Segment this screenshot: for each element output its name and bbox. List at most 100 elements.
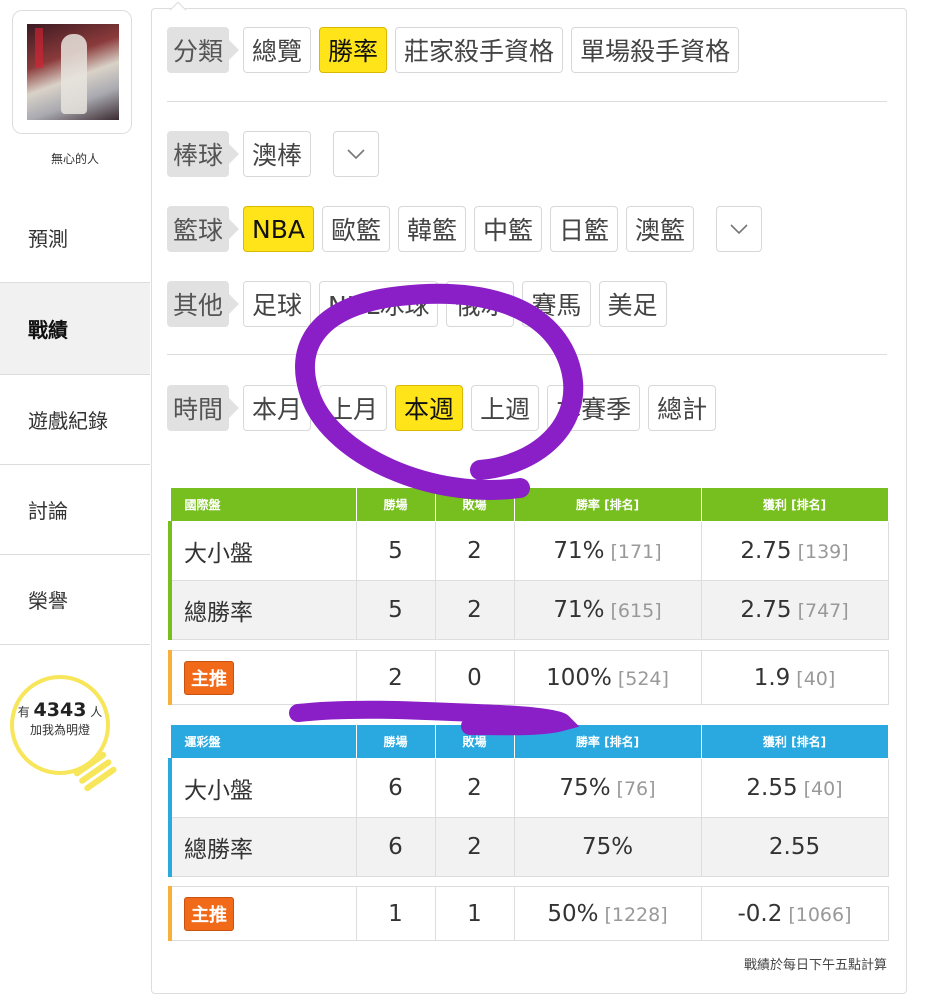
wins: 5 (355, 521, 436, 581)
col-header: 敗場 (434, 724, 515, 759)
col-header: 獲利 [排名] (700, 487, 889, 522)
col-header: 勝率 [排名] (513, 724, 702, 759)
league-football[interactable]: 足球 (243, 281, 312, 327)
win-rate: 71% [171] (513, 521, 702, 581)
table-header: 國際盤 勝場 敗場 勝率 [排名] 獲利 [排名] (169, 487, 889, 522)
rate-value: 71% (553, 538, 605, 564)
league-euro-basketball[interactable]: 歐籃 (321, 206, 390, 252)
sidebar-item-predict[interactable]: 預測 (0, 193, 150, 283)
category-label: 分類 (167, 27, 240, 73)
time-this-season[interactable]: 本賽季 (547, 385, 641, 431)
main-pick-cell: 主推 (168, 650, 357, 705)
profit-rank[interactable]: [747] (798, 600, 849, 622)
col-header: 勝率 [排名] (513, 487, 702, 522)
time-label: 時間 (167, 385, 240, 431)
league-aus-baseball[interactable]: 澳棒 (243, 131, 312, 177)
time-this-week[interactable]: 本週 (395, 385, 464, 431)
rate-rank[interactable]: [171] (611, 541, 662, 563)
follow-cta: 加我為明燈 (29, 723, 90, 737)
losses: 2 (434, 580, 515, 640)
main-pick-cell: 主推 (168, 886, 357, 941)
league-korea-basketball[interactable]: 韓籃 (398, 206, 467, 252)
time-total[interactable]: 總計 (648, 385, 717, 431)
table-row: 大小盤 6 2 75% [76] 2.55 [40] (168, 758, 889, 818)
losses: 2 (434, 758, 515, 818)
time-last-month[interactable]: 上月 (319, 385, 388, 431)
win-rate: 75% [76] (513, 758, 702, 818)
avatar[interactable] (12, 10, 132, 134)
profit-value: 1.9 (753, 664, 791, 691)
table-row: 總勝率 5 2 71% [615] 2.75 [747] (168, 580, 889, 640)
other-filter-row: 其他 足球 NHL冰球 俄冰 賽馬 美足 (167, 281, 667, 327)
baseball-expand-button[interactable] (333, 131, 380, 177)
col-header: 敗場 (434, 487, 515, 522)
main-pick-badge[interactable]: 主推 (184, 660, 234, 695)
league-aus-basketball[interactable]: 澳籃 (626, 206, 695, 252)
tab-banker-killer[interactable]: 莊家殺手資格 (395, 27, 564, 73)
table-row: 主推 2 0 100% [524] 1.9 [40] (168, 650, 889, 705)
league-american-football[interactable]: 美足 (598, 281, 667, 327)
rate-rank[interactable]: [524] (618, 668, 669, 690)
rate-rank[interactable]: [615] (611, 600, 662, 622)
lottery-stats-table: 運彩盤 勝場 敗場 勝率 [排名] 獲利 [排名] 大小盤 6 2 75% [76… (168, 724, 889, 877)
col-header: 國際盤 (169, 487, 357, 522)
league-russia-hockey[interactable]: 俄冰 (446, 281, 515, 327)
league-china-basketball[interactable]: 中籃 (474, 206, 543, 252)
avatar-image (27, 24, 119, 120)
losses: 2 (434, 521, 515, 581)
rate-rank[interactable]: [1228] (604, 904, 667, 926)
sidebar-item-honor[interactable]: 榮譽 (0, 555, 150, 645)
chevron-down-icon (347, 149, 365, 159)
row-name: 總勝率 (168, 580, 357, 640)
table-row: 主推 1 1 50% [1228] -0.2 [1066] (168, 886, 889, 941)
col-header: 獲利 [排名] (700, 724, 889, 759)
win-rate: 71% [615] (513, 580, 702, 640)
losses: 0 (434, 650, 515, 705)
wins: 1 (355, 886, 436, 941)
follower-suffix: 人 (90, 705, 103, 719)
profit-value: -0.2 (737, 900, 783, 927)
losses: 1 (434, 886, 515, 941)
table-row: 總勝率 6 2 75% 2.55 (168, 817, 889, 877)
league-japan-basketball[interactable]: 日籃 (550, 206, 619, 252)
sidebar-item-game-log[interactable]: 遊戲紀錄 (0, 375, 150, 465)
intl-stats-table: 國際盤 勝場 敗場 勝率 [排名] 獲利 [排名] 大小盤 5 2 71% [17… (168, 487, 889, 640)
tab-single-killer[interactable]: 單場殺手資格 (571, 27, 740, 73)
basketball-expand-button[interactable] (716, 206, 763, 252)
league-nba[interactable]: NBA (243, 206, 314, 252)
sidebar-item-record[interactable]: 戰績 (0, 283, 150, 375)
sidebar-item-discussion[interactable]: 討論 (0, 465, 150, 555)
row-name: 總勝率 (168, 817, 357, 877)
sidebar: 無心的人 預測 戰績 遊戲紀錄 討論 榮譽 有 4343 人 加我為明燈 (0, 0, 150, 1000)
profit-rank[interactable]: [1066] (788, 904, 851, 926)
rate-value: 100% (546, 664, 612, 691)
league-horse-racing[interactable]: 賽馬 (522, 281, 591, 327)
wins: 2 (355, 650, 436, 705)
time-this-month[interactable]: 本月 (243, 385, 312, 431)
rate-value: 75% (559, 775, 611, 801)
rate-value: 75% (581, 834, 634, 860)
league-nhl[interactable]: NHL冰球 (319, 281, 439, 327)
basketball-label: 籃球 (167, 206, 240, 252)
row-name: 大小盤 (168, 521, 357, 581)
username[interactable]: 無心的人 (0, 150, 150, 167)
lightbulb-follow-widget[interactable]: 有 4343 人 加我為明燈 (10, 675, 118, 800)
profit: -0.2 [1066] (700, 886, 889, 941)
follower-count-text: 有 4343 人 加我為明燈 (10, 701, 110, 739)
profit-rank[interactable]: [40] (804, 778, 843, 800)
profit-value: 2.55 (768, 834, 821, 860)
profit: 2.55 (700, 817, 889, 877)
rate-rank[interactable]: [76] (617, 778, 656, 800)
wins: 6 (355, 817, 436, 877)
main-pick-badge[interactable]: 主推 (184, 896, 234, 931)
tab-overview[interactable]: 總覽 (243, 27, 312, 73)
win-rate: 50% [1228] (513, 886, 702, 941)
time-last-week[interactable]: 上週 (471, 385, 540, 431)
tab-win-rate[interactable]: 勝率 (319, 27, 388, 73)
calculation-note: 戰績於每日下午五點計算 (743, 958, 887, 973)
profit-rank[interactable]: [40] (796, 668, 835, 690)
baseball-label: 棒球 (167, 131, 240, 177)
wins: 6 (355, 758, 436, 818)
profit-rank[interactable]: [139] (798, 541, 849, 563)
rate-value: 71% (553, 597, 605, 623)
